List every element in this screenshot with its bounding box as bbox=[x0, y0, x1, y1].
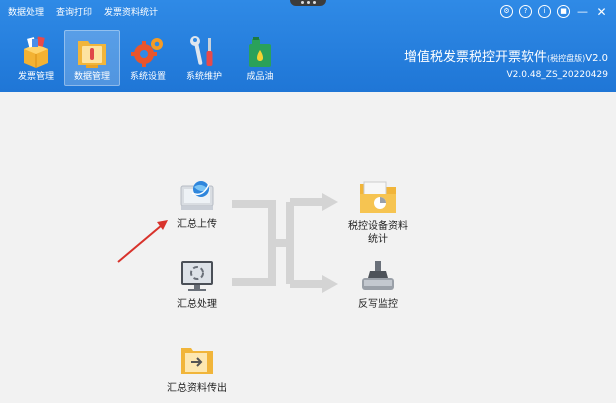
toolbar-label: 数据管理 bbox=[73, 72, 110, 82]
lock-icon[interactable]: ■ bbox=[557, 5, 570, 18]
window-drag-handle[interactable] bbox=[290, 0, 326, 6]
toolbar-refined-oil[interactable]: 成品油 bbox=[232, 30, 288, 86]
menu-bar: 数据处理 查询打印 发票资料统计 bbox=[8, 6, 158, 22]
toolbar-system-maintenance[interactable]: 系统维护 bbox=[176, 30, 232, 86]
toolbar-invoice-management[interactable]: 发票管理 bbox=[8, 30, 64, 86]
toolbar-label: 发票管理 bbox=[17, 72, 54, 82]
product-edition: (税控盘版) bbox=[547, 54, 586, 63]
close-icon[interactable]: ✕ bbox=[595, 5, 608, 18]
info-icon[interactable]: i bbox=[538, 5, 551, 18]
gears-icon bbox=[131, 38, 163, 67]
wrench-screwdriver-icon bbox=[190, 36, 213, 66]
oil-can-icon bbox=[249, 37, 271, 67]
menu-query-print[interactable]: 查询打印 bbox=[56, 6, 92, 22]
toolbar-label: 系统维护 bbox=[185, 72, 222, 82]
minimize-icon[interactable]: — bbox=[576, 5, 589, 18]
product-brand: 增值税发票税控开票软件(税控盘版)V2.0 V2.0.48_ZS_2022042… bbox=[404, 50, 608, 81]
toolbar-label: 成品油 bbox=[246, 72, 274, 82]
product-title: 增值税发票税控开票软件 bbox=[403, 50, 547, 65]
product-edition-version: V2.0 bbox=[585, 53, 608, 64]
help-icon[interactable]: ? bbox=[519, 5, 532, 18]
toolbar-system-settings[interactable]: 系统设置 bbox=[120, 30, 176, 86]
invoice-box-icon bbox=[24, 36, 48, 68]
main-toolbar: 发票管理 数据管理 系统设置 系统维护 成品油 bbox=[8, 30, 288, 86]
data-management-panel: 汇总上传 汇总处理 汇总资料传出 税控设备资料 统计 反写监控 bbox=[0, 92, 616, 403]
data-folder-icon bbox=[78, 41, 106, 68]
app-window: 数据处理 查询打印 发票资料统计 ⚙ ? i ■ — ✕ 发票管理 数据管理 系… bbox=[0, 0, 616, 403]
window-controls: ⚙ ? i ■ — ✕ bbox=[500, 5, 608, 18]
menu-invoice-stats[interactable]: 发票资料统计 bbox=[104, 6, 158, 22]
product-version: V2.0.48_ZS_20220429 bbox=[506, 70, 608, 80]
red-annotation-arrow bbox=[117, 220, 168, 263]
toolbar-label: 系统设置 bbox=[129, 72, 166, 82]
toolbar-data-management[interactable]: 数据管理 bbox=[64, 30, 120, 86]
menu-data-processing[interactable]: 数据处理 bbox=[8, 6, 44, 22]
top-bar: 数据处理 查询打印 发票资料统计 ⚙ ? i ■ — ✕ 发票管理 数据管理 系… bbox=[0, 0, 616, 92]
settings-icon[interactable]: ⚙ bbox=[500, 5, 513, 18]
